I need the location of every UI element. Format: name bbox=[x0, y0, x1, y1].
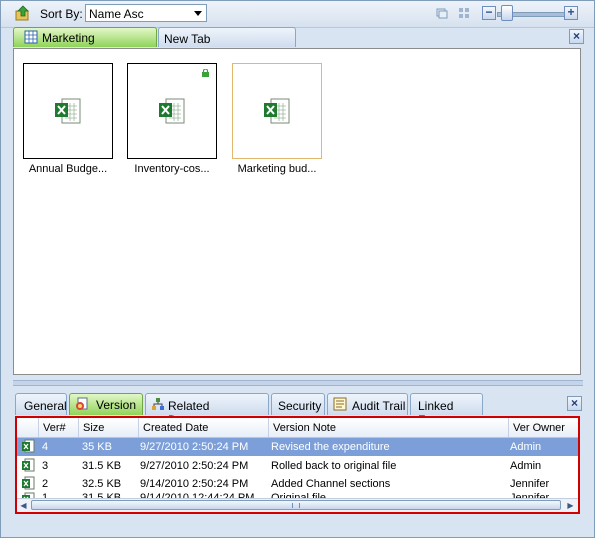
scroll-right-icon[interactable]: ▶ bbox=[564, 499, 577, 512]
cell-size: 32.5 KB bbox=[82, 478, 122, 490]
version-history-grid: Ver# Size Created Date Version Note Ver … bbox=[15, 416, 580, 514]
close-tab-button[interactable]: × bbox=[569, 29, 584, 44]
chevron-down-icon bbox=[194, 11, 202, 16]
go-up-folder-icon[interactable] bbox=[15, 5, 31, 21]
excel-file-icon bbox=[22, 458, 35, 472]
document-thumbnail[interactable] bbox=[127, 63, 217, 159]
tab-label: Audit Trail bbox=[352, 399, 406, 413]
document-thumbnail[interactable] bbox=[23, 63, 113, 159]
excel-file-icon bbox=[264, 98, 290, 124]
tab-label: Version bbox=[96, 398, 137, 412]
view-tiles-icon[interactable] bbox=[458, 7, 470, 19]
cell-ver-owner: Admin bbox=[510, 460, 542, 472]
document-browser-window: Sort By: Name Asc − + Marketing New Tab … bbox=[0, 0, 595, 538]
cell-ver: 2 bbox=[42, 478, 49, 490]
column-header-version-note[interactable]: Version Note bbox=[268, 418, 508, 437]
version-icon bbox=[76, 397, 88, 410]
toolbar: Sort By: Name Asc − + bbox=[1, 1, 594, 28]
close-panel-button[interactable]: × bbox=[567, 396, 582, 411]
tab-general[interactable]: General bbox=[15, 393, 67, 415]
panel-splitter[interactable] bbox=[13, 380, 583, 386]
table-row[interactable]: 4 35 KB 9/27/2010 2:50:24 PM Revised the… bbox=[17, 438, 578, 456]
lock-icon bbox=[202, 69, 209, 77]
document-name: Annual Budge... bbox=[28, 163, 108, 175]
scrollbar-thumb[interactable] bbox=[31, 500, 561, 510]
spreadsheet-icon bbox=[24, 30, 38, 44]
sort-by-value: Name Asc bbox=[89, 7, 144, 21]
tab-audit-trail[interactable]: Audit Trail bbox=[327, 393, 408, 415]
tab-label: Marketing bbox=[42, 31, 95, 45]
tab-linked-from[interactable]: Linked From bbox=[410, 393, 483, 427]
excel-file-icon bbox=[55, 98, 81, 124]
column-header-ver-owner[interactable]: Ver Owner bbox=[508, 418, 578, 437]
cell-created-date: 9/27/2010 2:50:24 PM bbox=[140, 441, 249, 453]
tab-label: New Tab bbox=[164, 32, 211, 46]
column-header-created-date[interactable]: Created Date bbox=[138, 418, 268, 437]
document-name: Marketing bud... bbox=[237, 163, 317, 175]
cell-ver-owner: Admin bbox=[510, 441, 542, 453]
hierarchy-icon bbox=[152, 398, 164, 410]
grid-header: Ver# Size Created Date Version Note Ver … bbox=[17, 418, 578, 438]
excel-file-icon bbox=[159, 98, 185, 124]
folder-tabs: Marketing New Tab bbox=[13, 27, 583, 47]
cell-version-note: Rolled back to original file bbox=[271, 460, 397, 472]
document-name: Inventory-cos... bbox=[134, 163, 210, 175]
excel-file-icon bbox=[22, 439, 35, 453]
tab-related-documents[interactable]: Related Documents bbox=[145, 393, 269, 427]
table-row[interactable]: 3 31.5 KB 9/27/2010 2:50:24 PM Rolled ba… bbox=[17, 457, 578, 475]
audit-log-icon bbox=[333, 397, 347, 411]
tab-version[interactable]: Version bbox=[69, 393, 143, 415]
document-thumbnail-area: Annual Budge... Inventory-cos... Marketi… bbox=[13, 48, 581, 375]
cell-version-note: Revised the expenditure bbox=[271, 441, 390, 453]
cell-version-note: Added Channel sections bbox=[271, 478, 391, 490]
grid-header-icon-column bbox=[17, 418, 38, 437]
sort-by-dropdown[interactable]: Name Asc bbox=[85, 4, 207, 22]
scroll-left-icon[interactable]: ◀ bbox=[17, 499, 30, 512]
cell-size: 35 KB bbox=[82, 441, 112, 453]
zoom-slider-thumb[interactable] bbox=[500, 5, 513, 21]
excel-file-icon bbox=[22, 476, 35, 490]
cell-size: 31.5 KB bbox=[82, 460, 122, 472]
sort-by-label: Sort By: bbox=[40, 7, 83, 21]
cell-created-date: 9/27/2010 2:50:24 PM bbox=[140, 460, 249, 472]
column-header-ver[interactable]: Ver# bbox=[38, 418, 78, 437]
zoom-in-button[interactable]: + bbox=[564, 6, 578, 20]
document-thumbnail-selected[interactable] bbox=[232, 63, 322, 159]
tab-label: General bbox=[24, 399, 67, 413]
tab-marketing[interactable]: Marketing bbox=[13, 27, 157, 47]
column-header-size[interactable]: Size bbox=[78, 418, 138, 437]
tab-security[interactable]: Security bbox=[271, 393, 325, 415]
cell-ver-owner: Jennifer bbox=[510, 478, 550, 490]
property-tabs: General Version Related Documents Securi… bbox=[15, 393, 575, 427]
tab-new-tab[interactable]: New Tab bbox=[158, 27, 296, 47]
view-details-icon[interactable] bbox=[436, 7, 448, 19]
cell-ver: 4 bbox=[42, 441, 49, 453]
grip-icon bbox=[292, 503, 300, 508]
cell-ver: 3 bbox=[42, 460, 49, 472]
tab-label: Security bbox=[278, 399, 322, 413]
zoom-out-button[interactable]: − bbox=[482, 6, 496, 20]
cell-created-date: 9/14/2010 2:50:24 PM bbox=[140, 478, 249, 490]
horizontal-scrollbar[interactable]: ◀ ▶ bbox=[17, 498, 578, 512]
